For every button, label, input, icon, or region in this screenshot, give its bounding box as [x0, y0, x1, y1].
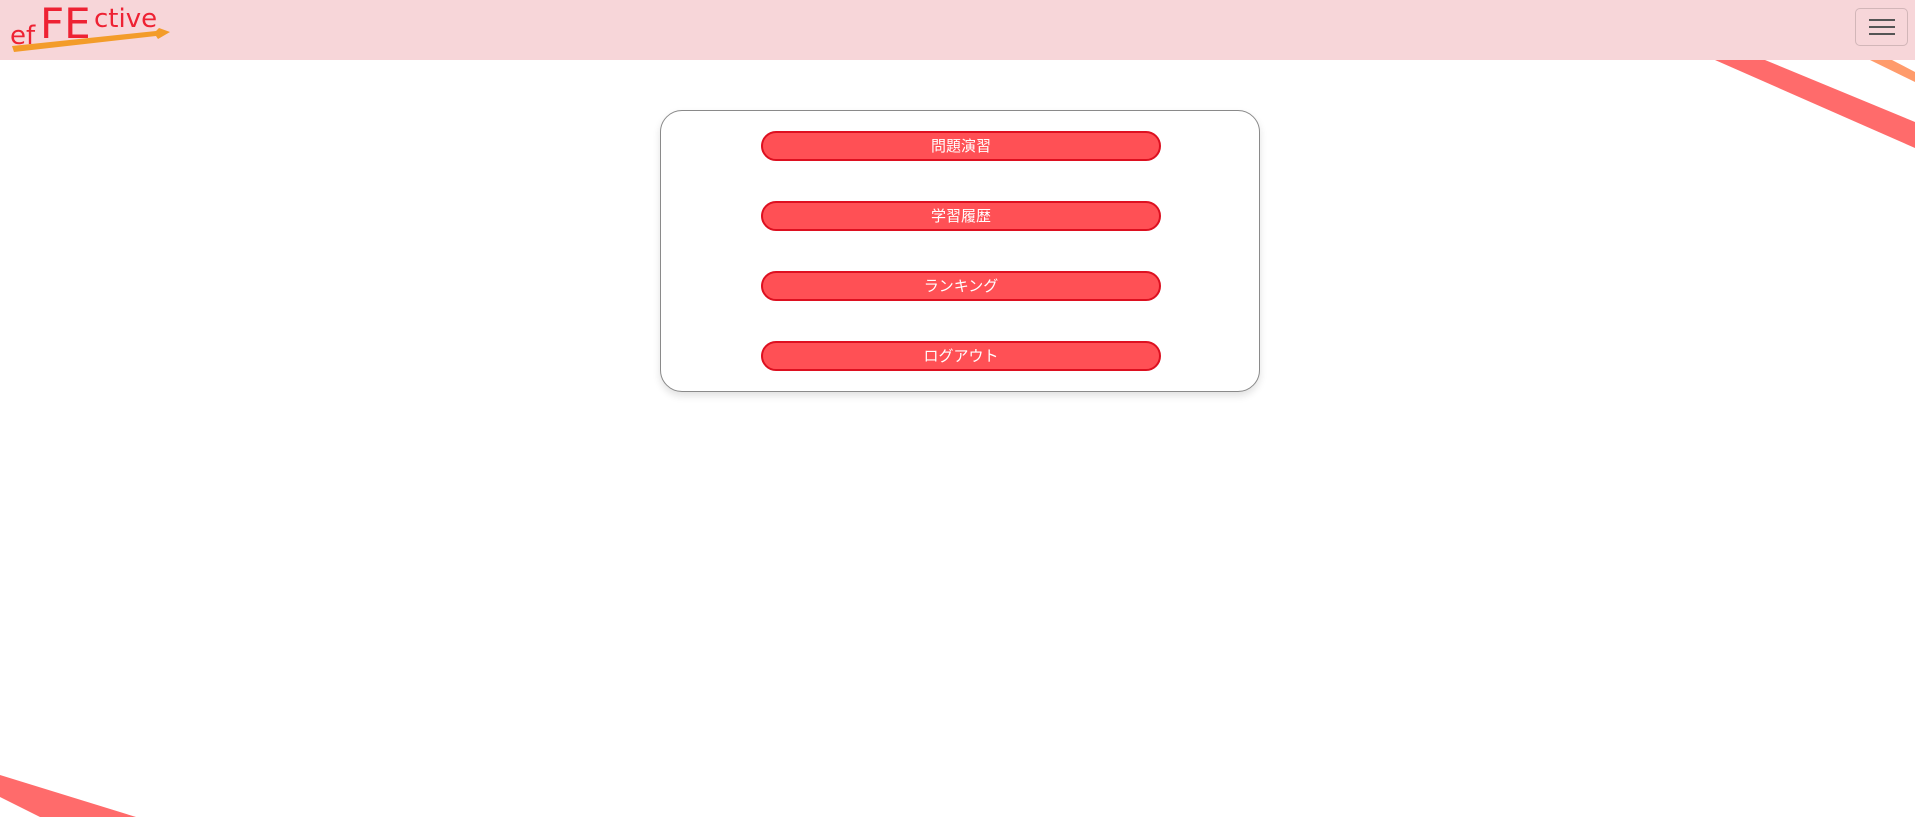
logout-button[interactable]: ログアウト	[761, 341, 1161, 371]
practice-questions-button[interactable]: 問題演習	[761, 131, 1161, 161]
study-history-button[interactable]: 学習履歴	[761, 201, 1161, 231]
top-navbar: ef FE ctive	[0, 0, 1915, 60]
decorative-stripe-bottom-left	[0, 775, 136, 817]
ranking-button[interactable]: ランキング	[761, 271, 1161, 301]
hamburger-menu-icon	[1868, 19, 1895, 35]
page: ef FE ctive 問題演習 学習履歴 ランキング ログアウト	[0, 0, 1915, 817]
logo-text-ctive: ctive	[94, 4, 157, 34]
logo-graphic: ef FE ctive	[10, 0, 170, 52]
logo-text-ef: ef	[10, 21, 36, 51]
brand-logo[interactable]: ef FE ctive	[8, 0, 173, 56]
main-menu-card: 問題演習 学習履歴 ランキング ログアウト	[660, 110, 1260, 392]
decorative-stripe-top-right	[1715, 60, 1915, 148]
menu-toggle-button[interactable]	[1855, 8, 1908, 46]
logo-text-fe: FE	[40, 0, 91, 48]
